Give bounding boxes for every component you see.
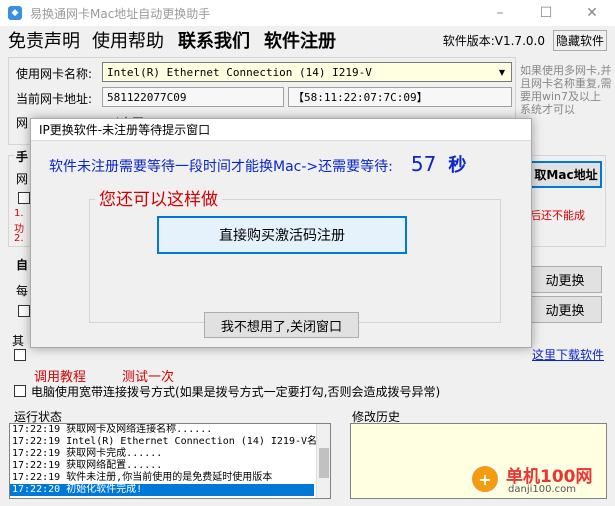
other-section-title: 其 <box>12 334 25 348</box>
auto-change-button-2[interactable]: 动更换 <box>520 296 602 323</box>
app-icon: ◆ <box>8 6 22 20</box>
red-line-1: 1. <box>14 208 24 219</box>
red-right-text: 后还不能成 <box>530 209 585 222</box>
wait-message: 软件未注册需要等待一段时间才能换Mac->还需要等待: <box>49 159 393 175</box>
wait-unit: 秒 <box>448 155 467 176</box>
network-label: 网 <box>16 116 29 130</box>
menu-contact[interactable]: 联系我们 <box>178 27 250 53</box>
menu-bar: 免责声明 使用帮助 联系我们 软件注册 软件版本:V1.7.0.0 隐藏软件 <box>0 26 615 54</box>
log-line-selected: 17:22:20 初始化软件完成! <box>10 484 314 496</box>
download-link[interactable]: 这里下载软件 <box>532 346 604 363</box>
menu-help[interactable]: 使用帮助 <box>92 27 164 53</box>
registration-wait-dialog: IP更换软件-未注册等待提示窗口 软件未注册需要等待一段时间才能换Mac->还需… <box>30 118 532 348</box>
nic-name-value: Intel(R) Ethernet Connection (14) I219-V <box>107 65 372 79</box>
broadband-checkbox[interactable] <box>14 385 26 397</box>
manual-net-label: 网 <box>16 172 29 186</box>
maximize-button[interactable]: ☐ <box>523 0 569 28</box>
chevron-down-icon[interactable]: ▼ <box>499 68 505 77</box>
log-line: 17:22:19 获取网络配置...... <box>12 460 163 471</box>
options-group-title: 您还可以这样做 <box>95 185 222 210</box>
menu-disclaimer[interactable]: 免责声明 <box>8 27 80 53</box>
close-button[interactable]: ✕ <box>569 0 615 28</box>
log-scrollbar[interactable] <box>316 424 330 498</box>
auto-every-label: 每 <box>16 284 29 298</box>
nic-name-label: 使用网卡名称: <box>16 67 93 81</box>
hide-software-button[interactable]: 隐藏软件 <box>552 29 607 51</box>
menu-register[interactable]: 软件注册 <box>264 27 336 53</box>
manual-checkbox[interactable] <box>18 192 30 204</box>
mac-value: 581122077C09 <box>107 90 187 104</box>
dialog-title: IP更换软件-未注册等待提示窗口 <box>39 123 211 137</box>
wait-seconds: 57 <box>410 152 437 176</box>
red-line-3: 2. <box>14 233 24 244</box>
auto-checkbox[interactable] <box>18 305 30 317</box>
scroll-thumb[interactable] <box>319 448 329 478</box>
window-title: 易换通网卡Mac地址自动更换助手 <box>30 6 211 21</box>
manual-section-title: 手 <box>14 148 31 165</box>
buy-activation-code-button[interactable]: 直接购买激活码注册 <box>157 216 407 254</box>
watermark-logo: + <box>470 464 500 494</box>
log-line: 17:22:19 获取网卡完成...... <box>12 448 163 459</box>
log-line: 17:22:19 软件未注册,你当前使用的是免费延时使用版本 <box>12 472 273 483</box>
broadband-checkbox-label: 电脑使用宽带连接拨号方式(如果是拨号方式一定要打勾,否则会造成拨号异常) <box>31 385 441 399</box>
other-checkbox[interactable] <box>14 349 26 361</box>
nic-name-select[interactable]: Intel(R) Ethernet Connection (14) I219-V… <box>102 62 512 82</box>
watermark-url: danji100.com <box>508 484 576 495</box>
minimize-button[interactable]: – <box>477 0 523 28</box>
version-label: 软件版本:V1.7.0.0 <box>442 33 545 48</box>
dialog-title-bar[interactable]: IP更换软件-未注册等待提示窗口 <box>31 119 531 141</box>
close-dialog-button[interactable]: 我不想用了,关闭窗口 <box>204 312 359 338</box>
mac-formatted-value: 【58:11:22:07:7C:09】 <box>293 91 428 104</box>
get-mac-button[interactable]: 取Mac地址 <box>520 161 602 188</box>
title-bar[interactable]: ◆ 易换通网卡Mac地址自动更换助手 – ☐ ✕ <box>0 0 615 26</box>
status-log[interactable]: 17:22:19 获取网卡及网络连接名称...... 17:22:19 Inte… <box>9 423 331 499</box>
multi-nic-note: 如果使用多网卡,并且网卡名称重复,需要用win7及以上系统才可以 <box>520 64 612 116</box>
auto-change-button-1[interactable]: 动更换 <box>520 266 602 293</box>
mac-formatted-field: 【58:11:22:07:7C:09】 <box>288 87 512 107</box>
log-line: 17:22:19 Intel(R) Ethernet Connection (1… <box>12 436 318 447</box>
mac-label: 当前网卡地址: <box>16 92 93 106</box>
auto-section-title: 自 <box>14 256 31 273</box>
mac-input[interactable]: 581122077C09 <box>102 87 284 107</box>
log-line: 17:22:19 获取网卡及网络连接名称...... <box>12 424 213 435</box>
